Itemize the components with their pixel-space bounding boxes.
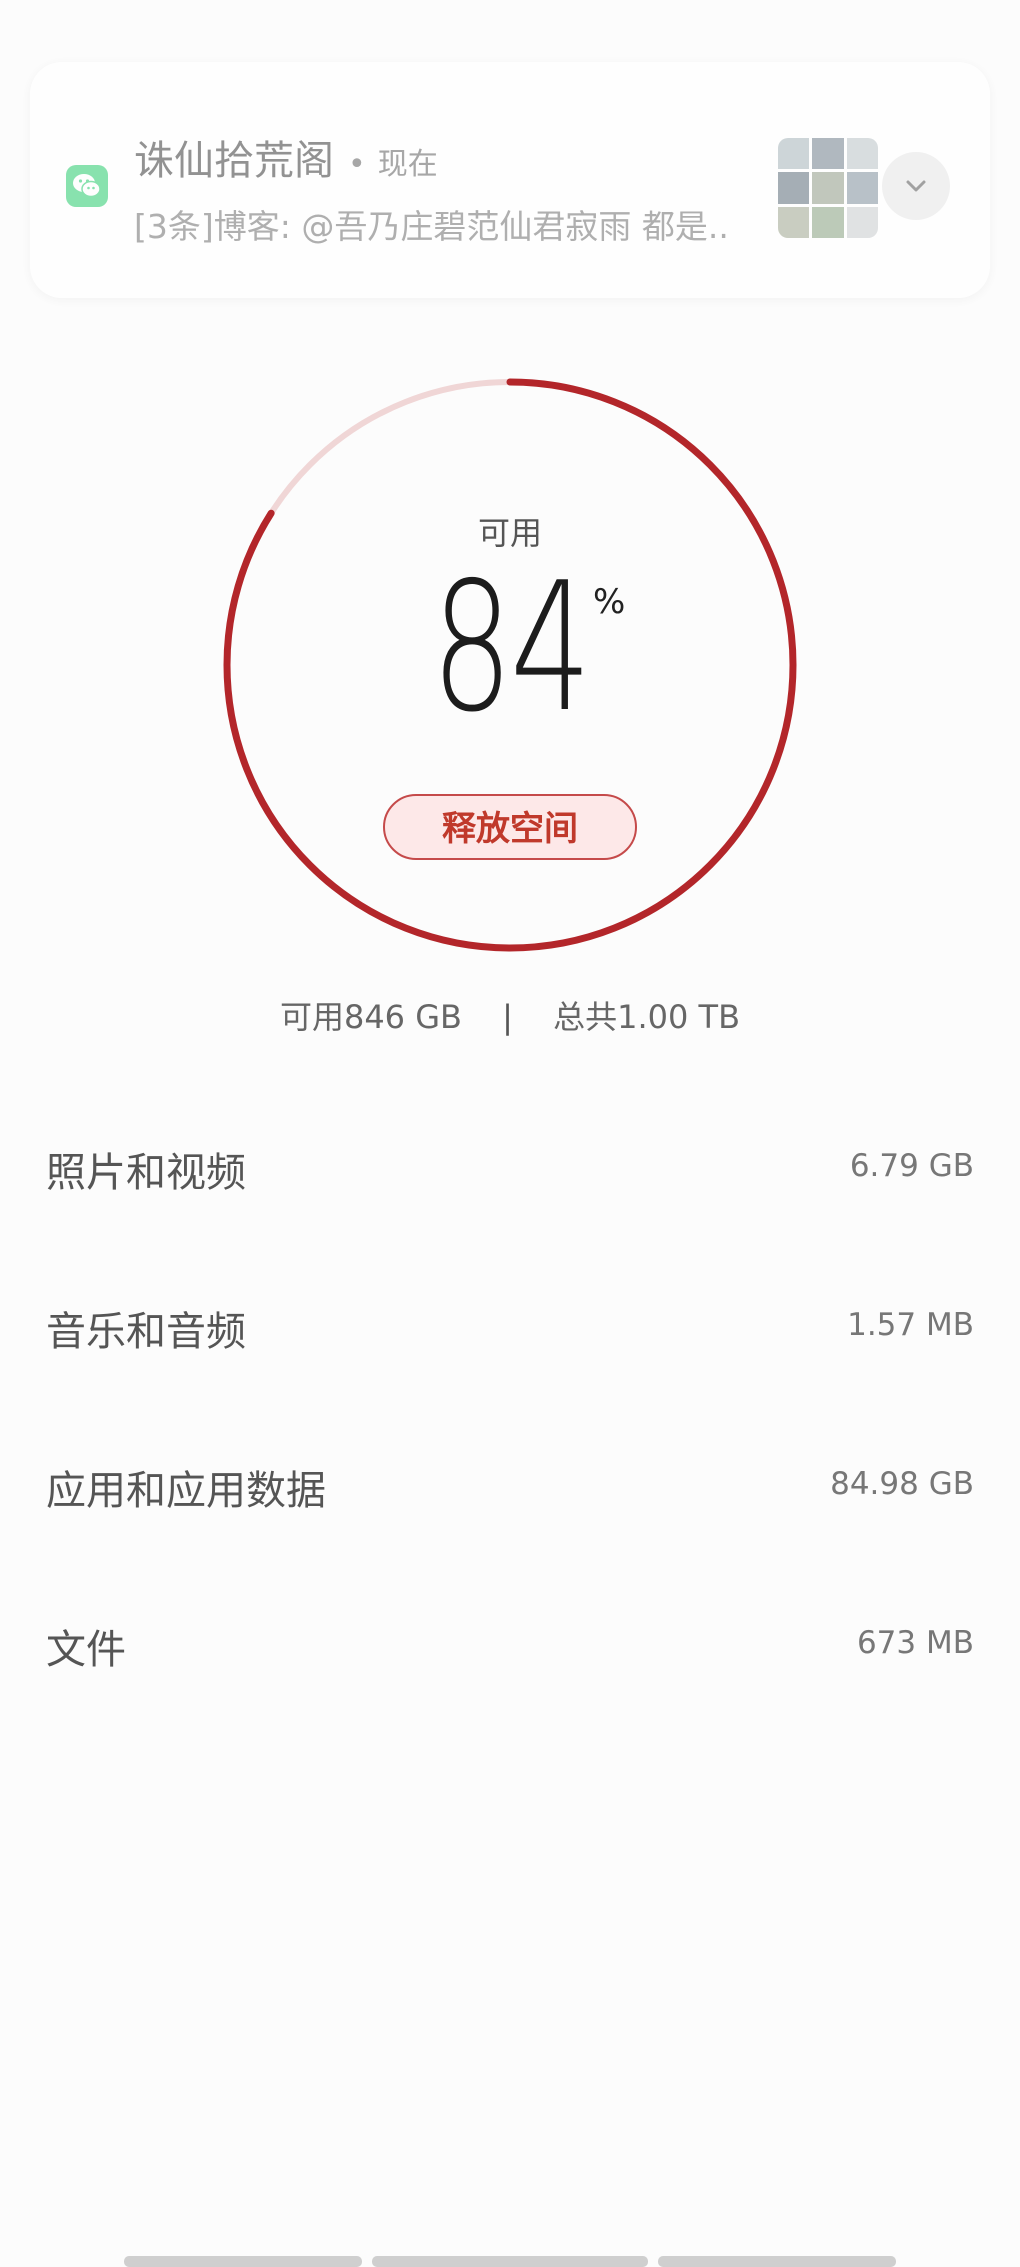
- available-capacity: 可用846 GB: [279, 998, 462, 1036]
- category-files[interactable]: 文件 673 MB: [46, 1587, 974, 1746]
- category-name: 文件: [46, 1627, 126, 1673]
- storage-gauge: 可用 84 % 释放空间: [215, 370, 805, 960]
- percent-sign: %: [593, 582, 626, 622]
- group-avatar: [778, 138, 878, 238]
- bottom-indicator-bar: [658, 2256, 896, 2267]
- storage-category-list: 照片和视频 6.79 GB 音乐和音频 1.57 MB 应用和应用数据 84.9…: [46, 1110, 974, 1746]
- category-photos-videos[interactable]: 照片和视频 6.79 GB: [46, 1110, 974, 1269]
- release-space-button[interactable]: 释放空间: [383, 794, 637, 860]
- category-name: 应用和应用数据: [46, 1468, 326, 1514]
- summary-divider: |: [502, 998, 513, 1036]
- category-name: 音乐和音频: [46, 1309, 246, 1355]
- notification-title: 诛仙拾荒阁: [134, 138, 334, 184]
- available-percent: 84: [431, 544, 591, 751]
- category-size: 84.98 GB: [830, 1466, 974, 1502]
- notification-header: 诛仙拾荒阁 • 现在: [134, 128, 438, 186]
- storage-summary: 可用846 GB | 总共1.00 TB: [0, 992, 1020, 1038]
- wechat-icon: [66, 165, 108, 207]
- notification-card[interactable]: 诛仙拾荒阁 • 现在 [3条]博客: @吾乃庄碧范仙君寂雨 都是..: [30, 62, 990, 298]
- category-size: 1.57 MB: [847, 1307, 974, 1343]
- category-apps-data[interactable]: 应用和应用数据 84.98 GB: [46, 1428, 974, 1587]
- category-music-audio[interactable]: 音乐和音频 1.57 MB: [46, 1269, 974, 1428]
- bottom-indicator-bar: [124, 2256, 362, 2267]
- notification-dot: •: [348, 147, 366, 182]
- chevron-down-icon: [906, 180, 926, 192]
- notification-time: 现在: [377, 147, 438, 182]
- total-capacity: 总共1.00 TB: [553, 998, 741, 1036]
- category-size: 673 MB: [856, 1625, 974, 1661]
- bottom-indicator-bar: [372, 2256, 648, 2267]
- notification-message: [3条]博客: @吾乃庄碧范仙君寂雨 都是..: [134, 207, 729, 246]
- category-size: 6.79 GB: [849, 1148, 974, 1184]
- category-name: 照片和视频: [46, 1150, 246, 1196]
- expand-notification-button[interactable]: [882, 152, 950, 220]
